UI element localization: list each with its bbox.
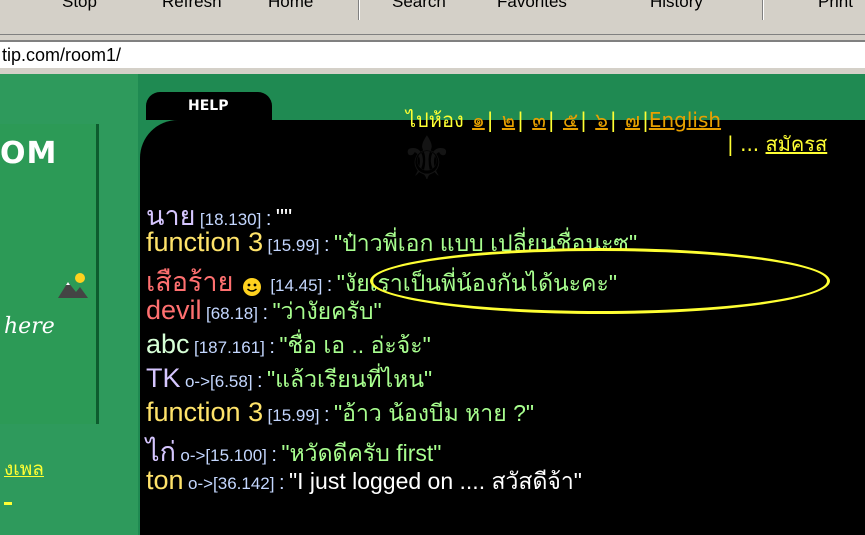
link-fragment	[4, 502, 12, 505]
room-link-2[interactable]: ๒	[502, 108, 515, 132]
room-title: OM	[0, 136, 58, 171]
message-ip: [68.18]	[205, 304, 258, 323]
message-separator: :	[324, 234, 330, 256]
message-ip: [14.45]	[270, 276, 323, 295]
message-ip: o->[36.142]	[188, 474, 275, 493]
register-prefix: | ...	[727, 132, 766, 156]
message-nick: devil	[146, 295, 202, 325]
message-text: "ว่างัยครับ"	[272, 298, 382, 324]
room-link-3[interactable]: ๓	[532, 108, 546, 132]
message-nick: TK	[146, 363, 181, 393]
message-ip: o->[6.58]	[184, 372, 253, 391]
search-button[interactable]: Search	[392, 0, 446, 14]
message-text: "อ้าว น้องบีม หาย ?"	[334, 400, 535, 426]
chat-message: TK o->[6.58] : "แล้วเรียนที่ไหน"	[146, 362, 432, 398]
room-link-1[interactable]: ๑	[472, 108, 485, 132]
print-button[interactable]: Print	[818, 0, 853, 14]
room-link-6[interactable]: ๖	[595, 108, 608, 132]
refresh-button[interactable]: Refresh	[162, 0, 222, 14]
message-separator: :	[269, 336, 275, 358]
chat-message: abc [187.161] : "ชื่อ เอ .. อ่ะจ้ะ"	[146, 328, 431, 364]
room-navigation: ไปห้อง ๑ | ๒ | ๓ | ๕ | ๖ | ๗ |English	[406, 108, 722, 132]
message-nick: abc	[146, 329, 190, 359]
toolbar-divider	[0, 34, 865, 35]
message-text: "งัยเราเป็นพี่น้องกันได้นะคะ"	[336, 270, 618, 296]
message-separator: :	[278, 472, 285, 494]
chat-message: function 3 [15.99] : "อ้าว น้องบีม หาย ?…	[146, 396, 534, 432]
web-page: OM here งเพล HELP ⚜ ไปห้อง ๑ | ๒ | ๓ | ๕ | ๖…	[0, 74, 865, 535]
message-separator: :	[257, 370, 263, 392]
message-nick: ไก่	[146, 437, 176, 467]
message-text: "ชื่อ เอ .. อ่ะจ้ะ"	[279, 332, 431, 358]
chat-message: function 3 [15.99] : "ป๋าวพี่เอก แบบ เปล…	[146, 226, 637, 262]
message-nick: function 3	[146, 397, 264, 427]
history-button[interactable]: History	[650, 0, 703, 14]
message-text: "ป๋าวพี่เอก แบบ เปลี่ยนชื่อนะซ"	[334, 230, 638, 256]
room-link-7[interactable]: ๗	[625, 108, 640, 132]
message-ip: [187.161]	[194, 338, 265, 357]
register-link[interactable]: สมัครส	[766, 132, 828, 156]
message-nick: function 3	[146, 227, 264, 257]
stop-button[interactable]: Stop	[62, 0, 97, 14]
browser-toolbar: Stop Refresh Home Search Favorites Histo…	[0, 0, 865, 36]
toolbar-separator	[358, 0, 360, 20]
home-button[interactable]: Home	[268, 0, 313, 14]
message-separator: :	[262, 302, 268, 324]
goto-label: ไปห้อง	[406, 108, 464, 132]
message-separator: :	[326, 274, 333, 296]
landscape-icon[interactable]	[58, 270, 88, 298]
song-link[interactable]: งเพล	[4, 454, 44, 484]
chat-message: devil [68.18] : "ว่างัยครับ"	[146, 294, 382, 330]
message-ip: o->[15.100]	[180, 446, 267, 465]
message-text: "หวัดดีครับ first"	[281, 440, 442, 466]
register-row: | ... สมัครส	[727, 128, 827, 160]
favorites-button[interactable]: Favorites	[497, 0, 567, 14]
message-ip: [15.99]	[267, 406, 320, 425]
message-nick: เสือร้าย	[146, 267, 234, 297]
help-label[interactable]: HELP	[188, 98, 228, 114]
message-separator: :	[271, 444, 277, 466]
here-label[interactable]: here	[4, 314, 55, 339]
left-sidebar: OM here งเพล	[0, 74, 138, 535]
room-link-5[interactable]: ๕	[563, 108, 578, 132]
message-ip: [15.99]	[267, 236, 320, 255]
message-nick: ton	[146, 465, 184, 495]
address-bar: tip.com/room1/	[0, 36, 865, 72]
english-link[interactable]: English	[649, 108, 721, 132]
chat-message: ton o->[36.142] : "I just logged on ....…	[146, 464, 582, 500]
message-text: "แล้วเรียนที่ไหน"	[267, 366, 433, 392]
message-separator: :	[324, 404, 330, 426]
address-input[interactable]: tip.com/room1/	[0, 40, 865, 68]
toolbar-separator	[762, 0, 764, 20]
message-text: "I just logged on .... สวัสดีจ้า"	[288, 468, 582, 494]
